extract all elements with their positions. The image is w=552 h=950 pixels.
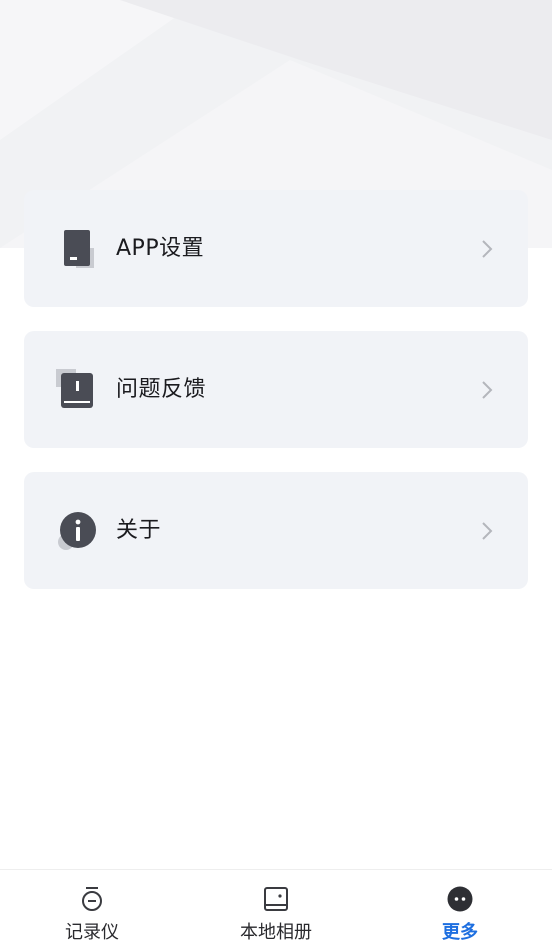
- more-icon: [447, 886, 473, 912]
- chevron-right-icon: [482, 522, 493, 540]
- menu-item-label: 问题反馈: [116, 377, 207, 402]
- tab-label: 更多: [442, 922, 478, 943]
- chevron-right-icon: [482, 381, 493, 399]
- menu-item-label: APP设置: [116, 236, 205, 261]
- chevron-right-icon: [482, 240, 493, 258]
- app-settings-icon: [64, 230, 94, 268]
- tab-more[interactable]: 更多: [368, 870, 552, 950]
- menu-item-feedback[interactable]: 问题反馈: [24, 331, 528, 448]
- settings-menu: APP设置 问题反馈 关于: [24, 190, 528, 613]
- bottom-tab-bar: 记录仪 本地相册 更多: [0, 869, 552, 950]
- menu-item-label: 关于: [116, 518, 162, 543]
- feedback-book-icon: [56, 369, 93, 408]
- recorder-icon: [82, 887, 102, 911]
- tab-label: 本地相册: [240, 922, 312, 943]
- tab-local-album[interactable]: 本地相册: [184, 870, 368, 950]
- menu-item-about[interactable]: 关于: [24, 472, 528, 589]
- info-icon: [58, 512, 96, 550]
- tab-label: 记录仪: [65, 922, 119, 943]
- more-page: APP设置 问题反馈 关于 记录仪 本地相册 更多: [0, 0, 552, 950]
- album-icon: [264, 887, 288, 911]
- tab-recorder[interactable]: 记录仪: [0, 870, 184, 950]
- menu-item-app-settings[interactable]: APP设置: [24, 190, 528, 307]
